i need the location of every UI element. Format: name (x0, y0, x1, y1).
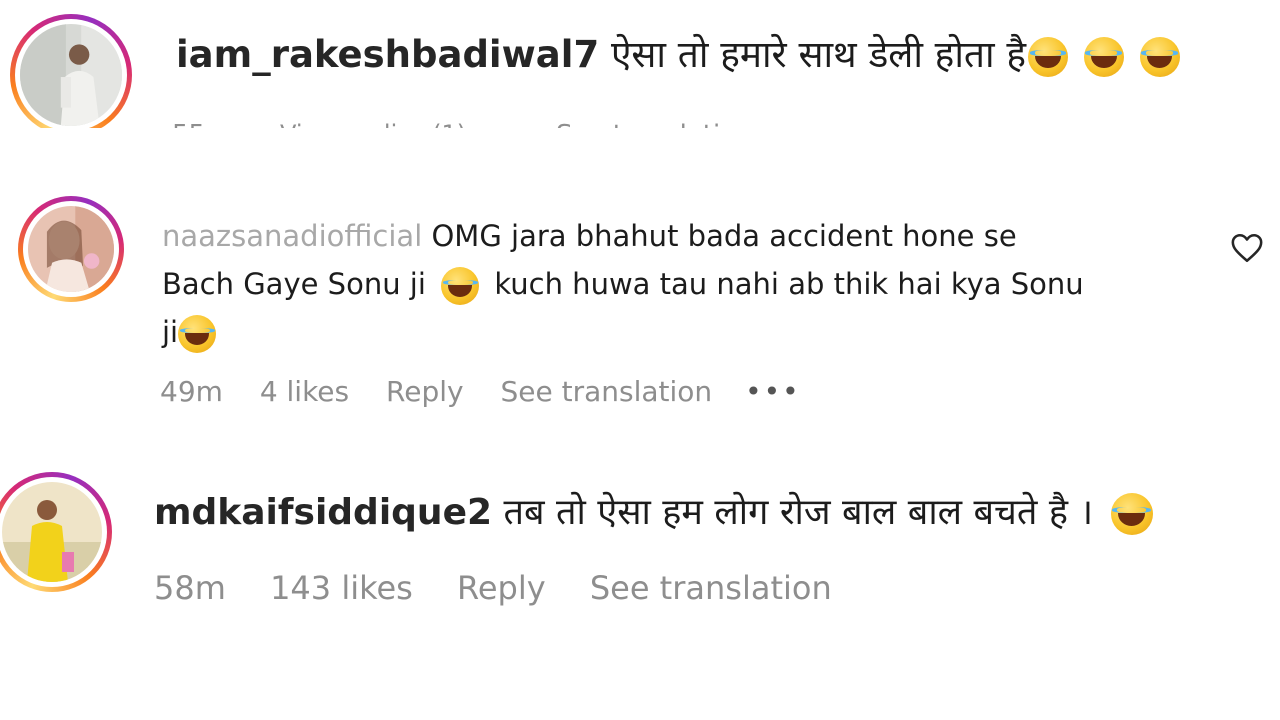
avatar[interactable] (2, 482, 102, 582)
comment-time: 49m (160, 375, 223, 408)
comment-username[interactable]: naazsanadiofficial (162, 219, 422, 253)
avatar[interactable] (28, 206, 114, 292)
comment-text-line-2b: kuch huwa tau nahi ab thik hai kya Sonu (494, 267, 1084, 301)
clip-mask (0, 128, 1280, 158)
likes-count[interactable]: 143 likes (270, 566, 413, 610)
comment-meta: 58m 143 likes Reply See translation (154, 566, 832, 610)
comment-text-line-1: OMG jara bhahut bada accident hone se (431, 219, 1017, 253)
see-translation-link[interactable]: See translation (590, 566, 832, 610)
avatar-image (2, 482, 102, 582)
avatar-image (20, 24, 122, 126)
heart-outline-icon[interactable] (1230, 232, 1264, 264)
laughing-emoji-icon (178, 315, 217, 353)
laughing-emoji-icon (1139, 36, 1180, 77)
comment-username[interactable]: mdkaifsiddique2 (154, 492, 492, 533)
comment-time: 58m (154, 569, 226, 607)
laughing-emoji-icon (441, 267, 480, 305)
comment-body: mdkaifsiddique2 तब तो ऐसा हम लोग रोज बाल… (154, 488, 1153, 538)
comment-text-line-3: ji (162, 315, 179, 349)
likes-count[interactable]: 4 likes (260, 372, 349, 412)
avatar[interactable] (20, 24, 122, 126)
comment-text: तब तो ऐसा हम लोग रोज बाल बाल बचते है । (503, 492, 1094, 533)
see-translation-link[interactable]: See translation (500, 372, 712, 412)
more-options-icon[interactable]: ••• (745, 372, 801, 412)
comment-meta: 49m 4 likes Reply See translation ••• (160, 372, 801, 412)
laughing-emoji-icon (1028, 36, 1068, 77)
comment-body: naazsanadiofficial OMG jara bhahut bada … (162, 212, 1084, 356)
comment-text-line-2: Bach Gaye Sonu ji (162, 267, 426, 301)
avatar-image (28, 206, 114, 292)
reply-button[interactable]: Reply (457, 566, 546, 610)
comment-text: ऐसा तो हमारे साथ डेली होता है (610, 33, 1026, 76)
comments-panel: iam_rakeshbadiwal7 ऐसा तो हमारे साथ डेली… (0, 0, 1280, 720)
comment-body: iam_rakeshbadiwal7 ऐसा तो हमारे साथ डेली… (176, 30, 1180, 80)
laughing-emoji-icon (1110, 493, 1153, 535)
comment-username[interactable]: iam_rakeshbadiwal7 (176, 33, 599, 76)
reply-button[interactable]: Reply (386, 372, 464, 412)
laughing-emoji-icon (1083, 36, 1124, 77)
